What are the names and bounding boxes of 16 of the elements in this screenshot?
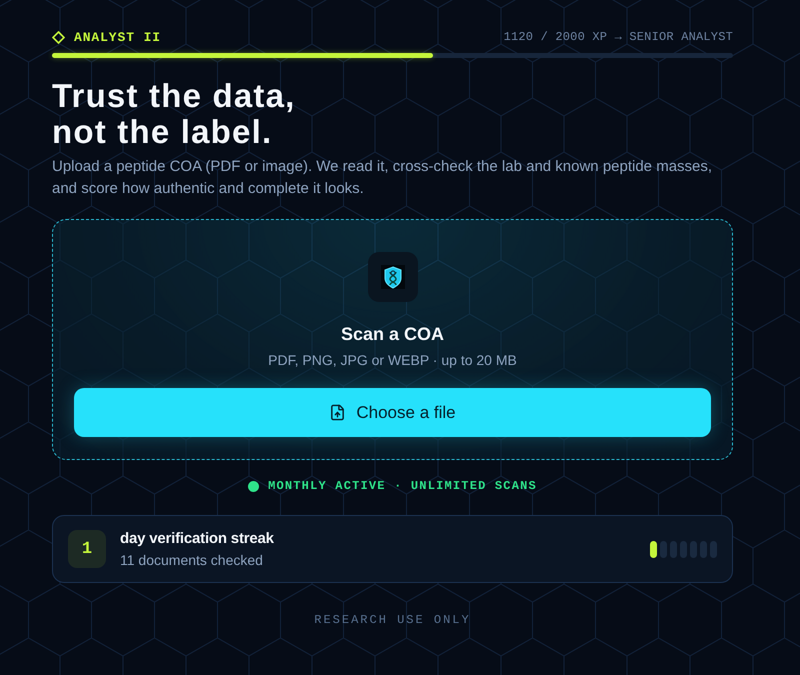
- choose-file-button[interactable]: Choose a file: [74, 388, 711, 437]
- diamond-icon: [52, 30, 65, 44]
- plan-status-text: MONTHLY ACTIVE · UNLIMITED SCANS: [268, 479, 537, 493]
- streak-count: 1: [68, 530, 106, 568]
- upload-formats: PDF, PNG, JPG or WEBP · up to 20 MB: [268, 351, 517, 370]
- streak-subtitle: 11 documents checked: [120, 551, 263, 569]
- file-upload-icon: [329, 404, 346, 421]
- streak-title: day verification streak: [120, 529, 274, 549]
- page-heading: Trust the data, not the label.: [52, 78, 297, 150]
- rank-title: ANALYST II: [74, 30, 162, 44]
- footer-note: RESEARCH USE ONLY: [314, 613, 471, 627]
- xp-progress-text: 1120 / 2000 XP → SENIOR ANALYST: [504, 30, 733, 44]
- upload-drop-zone[interactable]: Scan a COA PDF, PNG, JPG or WEBP · up to 20 MB Choose a file: [52, 219, 733, 460]
- shield-icon: [368, 252, 418, 302]
- page-description: Upload a peptide COA (PDF or image). We read it, cross-check the lab and known peptide masses, and score how authentic and complete it looks.: [52, 157, 714, 199]
- upload-title: Scan a COA: [340, 323, 444, 346]
